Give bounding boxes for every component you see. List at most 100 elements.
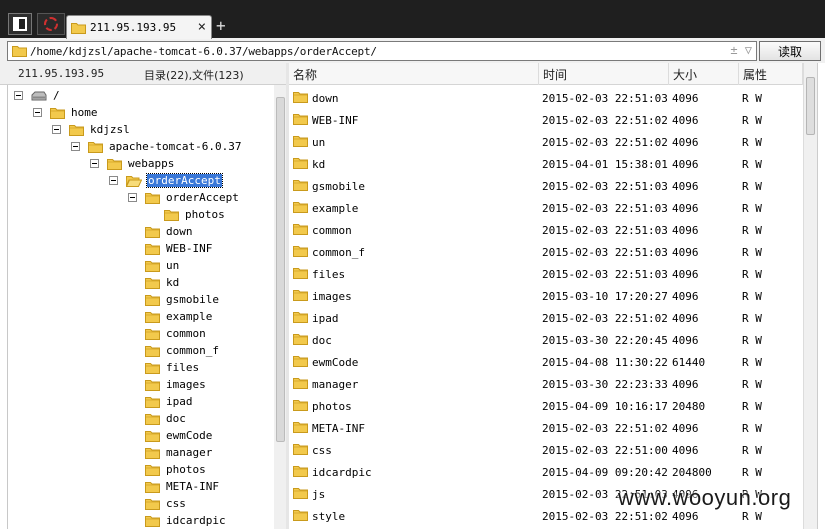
file-name: images bbox=[312, 290, 352, 303]
file-list-scroll-thumb[interactable] bbox=[806, 77, 815, 135]
table-row[interactable]: gsmobile 2015-02-03 22:51:03 4096 R W bbox=[289, 175, 803, 197]
tree-node[interactable]: orderAccept bbox=[128, 189, 240, 206]
file-time: 2015-02-03 22:51:02 bbox=[542, 422, 668, 435]
new-tab-button[interactable]: + bbox=[216, 17, 226, 35]
table-row[interactable]: images 2015-03-10 17:20:27 4096 R W bbox=[289, 285, 803, 307]
tree-node[interactable]: doc bbox=[145, 410, 187, 427]
tree-node[interactable]: / bbox=[14, 87, 61, 104]
collapse-toggle-icon[interactable] bbox=[33, 108, 42, 117]
file-time: 2015-04-09 10:16:17 bbox=[542, 400, 668, 413]
table-row[interactable]: ipad 2015-02-03 22:51:02 4096 R W bbox=[289, 307, 803, 329]
collapse-toggle-icon[interactable] bbox=[71, 142, 80, 151]
app-menu-button[interactable] bbox=[8, 13, 32, 35]
file-attr: R W bbox=[742, 378, 762, 391]
table-row[interactable]: down 2015-02-03 22:51:03 4096 R W bbox=[289, 87, 803, 109]
file-list[interactable]: down 2015-02-03 22:51:03 4096 R W WEB-INF 201… bbox=[289, 85, 803, 529]
tree-node[interactable]: idcardpic bbox=[145, 512, 227, 529]
file-size: 4096 bbox=[672, 202, 699, 215]
folder-icon bbox=[145, 498, 160, 510]
tree-node-label: orderAccept bbox=[166, 191, 239, 204]
tree-node[interactable]: un bbox=[145, 257, 180, 274]
table-row[interactable]: doc 2015-03-30 22:20:45 4096 R W bbox=[289, 329, 803, 351]
target-button[interactable] bbox=[37, 13, 65, 35]
table-row[interactable]: kd 2015-04-01 15:38:01 4096 R W bbox=[289, 153, 803, 175]
tree-node[interactable]: photos bbox=[164, 206, 226, 223]
column-header-name[interactable]: 名称 bbox=[289, 63, 539, 85]
tree-node[interactable]: images bbox=[145, 376, 207, 393]
file-list-scrollbar[interactable] bbox=[803, 63, 817, 529]
tab-title: 211.95.193.95 bbox=[90, 21, 177, 34]
file-name: META-INF bbox=[312, 422, 365, 435]
tree-scrollbar[interactable] bbox=[275, 85, 286, 529]
folder-icon bbox=[293, 180, 308, 191]
path-input[interactable]: /home/kdjzsl/apache-tomcat-6.0.37/webapp… bbox=[7, 41, 757, 61]
table-row[interactable]: ewmCode 2015-04-08 11:30:22 61440 R W bbox=[289, 351, 803, 373]
file-time: 2015-02-03 22:51:03 bbox=[542, 92, 668, 105]
file-time: 2015-02-03 22:51:03 bbox=[542, 180, 668, 193]
tree-node[interactable]: common_f bbox=[145, 342, 220, 359]
collapse-toggle-icon[interactable] bbox=[90, 159, 99, 168]
file-attr: R W bbox=[742, 510, 762, 523]
collapse-toggle-icon[interactable] bbox=[128, 193, 137, 202]
tree-node[interactable]: files bbox=[145, 359, 200, 376]
tree-node[interactable]: home bbox=[33, 104, 99, 121]
tree-node[interactable]: META-INF bbox=[145, 478, 220, 495]
table-row[interactable]: un 2015-02-03 22:51:02 4096 R W bbox=[289, 131, 803, 153]
tree-node[interactable]: ipad bbox=[145, 393, 194, 410]
file-time: 2015-03-30 22:23:33 bbox=[542, 378, 668, 391]
tree-node[interactable]: down bbox=[145, 223, 194, 240]
path-dropdown-icon[interactable]: ± ▽ bbox=[730, 43, 752, 57]
table-row[interactable]: idcardpic 2015-04-09 09:20:42 204800 R W bbox=[289, 461, 803, 483]
table-row[interactable]: files 2015-02-03 22:51:03 4096 R W bbox=[289, 263, 803, 285]
collapse-toggle-icon[interactable] bbox=[109, 176, 118, 185]
tree-node[interactable]: manager bbox=[145, 444, 213, 461]
tree-node[interactable]: WEB-INF bbox=[145, 240, 213, 257]
column-header-size[interactable]: 大小 bbox=[669, 63, 739, 85]
tree-node-label: images bbox=[166, 378, 206, 391]
column-header-attr[interactable]: 属性 bbox=[739, 63, 803, 85]
file-size: 204800 bbox=[672, 466, 712, 479]
table-row[interactable]: common_f 2015-02-03 22:51:03 4096 R W bbox=[289, 241, 803, 263]
column-header-time[interactable]: 时间 bbox=[539, 63, 669, 85]
tree-node[interactable]: kd bbox=[145, 274, 180, 291]
tree-node[interactable]: gsmobile bbox=[145, 291, 220, 308]
table-row[interactable]: META-INF 2015-02-03 22:51:02 4096 R W bbox=[289, 417, 803, 439]
table-row[interactable]: manager 2015-03-30 22:23:33 4096 R W bbox=[289, 373, 803, 395]
table-row[interactable]: WEB-INF 2015-02-03 22:51:02 4096 R W bbox=[289, 109, 803, 131]
table-row[interactable]: example 2015-02-03 22:51:03 4096 R W bbox=[289, 197, 803, 219]
collapse-toggle-icon[interactable] bbox=[52, 125, 61, 134]
tree-node-label: META-INF bbox=[166, 480, 219, 493]
close-tab-icon[interactable]: × bbox=[198, 20, 206, 34]
file-attr: R W bbox=[742, 312, 762, 325]
tree-node[interactable]: photos bbox=[145, 461, 207, 478]
tree-node[interactable]: css bbox=[145, 495, 187, 512]
table-row[interactable]: css 2015-02-03 22:51:00 4096 R W bbox=[289, 439, 803, 461]
tree-node[interactable]: apache-tomcat-6.0.37 bbox=[71, 138, 242, 155]
tree-node[interactable]: orderAccept bbox=[109, 172, 223, 189]
file-size: 4096 bbox=[672, 378, 699, 391]
folder-icon bbox=[145, 362, 160, 374]
table-row[interactable]: common 2015-02-03 22:51:03 4096 R W bbox=[289, 219, 803, 241]
file-name: common_f bbox=[312, 246, 365, 259]
tree-node-label: common_f bbox=[166, 344, 219, 357]
file-size: 4096 bbox=[672, 92, 699, 105]
file-name: js bbox=[312, 488, 326, 501]
tree-node[interactable]: kdjzsl bbox=[52, 121, 131, 138]
folder-icon bbox=[145, 413, 160, 425]
tree-node[interactable]: ewmCode bbox=[145, 427, 213, 444]
tree-scroll-thumb[interactable] bbox=[276, 97, 285, 442]
tree-left-margin bbox=[0, 85, 8, 529]
open-folder-icon bbox=[126, 175, 142, 187]
watermark: www.wooyun.org bbox=[618, 485, 792, 510]
file-size: 4096 bbox=[672, 180, 699, 193]
collapse-toggle-icon[interactable] bbox=[14, 91, 23, 100]
table-row[interactable]: photos 2015-04-09 10:16:17 20480 R W bbox=[289, 395, 803, 417]
tab-session[interactable]: 211.95.193.95 × bbox=[66, 15, 212, 39]
tree-node[interactable]: webapps bbox=[90, 155, 175, 172]
tree-node-label: kdjzsl bbox=[90, 123, 130, 136]
folder-icon bbox=[145, 430, 160, 442]
tree-node[interactable]: common bbox=[145, 325, 207, 342]
directory-tree[interactable]: / home kdjzsl apache-tomcat-6.0.37 webapps or… bbox=[8, 85, 274, 529]
tree-node[interactable]: example bbox=[145, 308, 213, 325]
read-button[interactable]: 读取 bbox=[759, 41, 821, 61]
